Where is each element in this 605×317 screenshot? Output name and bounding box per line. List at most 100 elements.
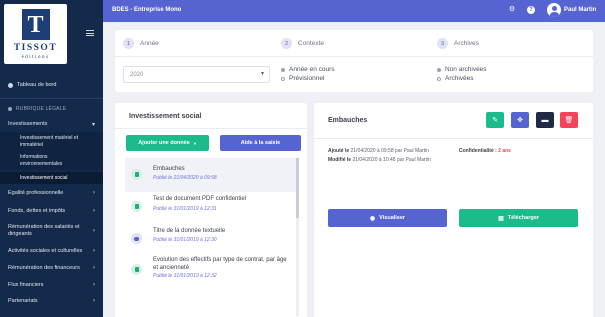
add-data-button[interactable]: Ajouter une donnée ▼ bbox=[126, 135, 209, 151]
eye-icon: ◉ bbox=[369, 215, 376, 222]
menu-toggle-icon[interactable] bbox=[86, 30, 94, 36]
radio-archivees[interactable]: Archivées bbox=[437, 75, 474, 82]
sidebar-subitem-environnement[interactable]: Informations environnementales bbox=[0, 150, 103, 170]
panel-title: Investissement social bbox=[129, 113, 202, 120]
step-label: Contexte bbox=[298, 40, 325, 47]
help-entry-button[interactable]: Aide à la saisie bbox=[220, 135, 301, 151]
step-number: 3 bbox=[437, 38, 448, 49]
chevron-right-icon: › bbox=[93, 298, 95, 304]
section-icon bbox=[8, 107, 12, 111]
sidebar-item-activites[interactable]: Activités sociales et culturelles › bbox=[0, 246, 103, 256]
sidebar-item-partenariats[interactable]: Partenariats › bbox=[0, 296, 103, 306]
sidebar-subitem-materiel[interactable]: Investissement matériel et immatériel bbox=[0, 132, 103, 150]
modified-info: Modifié le 21/04/2020 à 10:48 par Paul M… bbox=[328, 157, 431, 163]
topbar: BDES - Entreprise Mono ⚙ ? Paul Martin bbox=[103, 0, 605, 22]
list-item-title: Test de document PDF confidentiel bbox=[153, 196, 247, 202]
sidebar-item-flux[interactable]: Flux financiers › bbox=[0, 280, 103, 290]
list-scrollbar[interactable] bbox=[296, 158, 299, 316]
sidebar-item-label: Rémunération des financeurs bbox=[8, 265, 80, 271]
app: T TISSOT éditions Tableau de bord RUBRIQ… bbox=[0, 0, 605, 317]
step-label: Année bbox=[140, 40, 159, 47]
radio-dot bbox=[437, 67, 441, 72]
archive-icon[interactable]: ▬ bbox=[536, 112, 554, 128]
list-item[interactable]: Test de document PDF confidentiel Publié… bbox=[125, 191, 299, 225]
step-archives[interactable]: 3 Archives bbox=[437, 38, 479, 49]
sidebar-item-financeurs[interactable]: Rémunération des financeurs › bbox=[0, 263, 103, 273]
step-annee[interactable]: 1 Année bbox=[123, 38, 159, 49]
document-icon bbox=[131, 264, 142, 275]
sidebar-subitem-label: Investissement social bbox=[20, 175, 68, 181]
button-label: Télécharger bbox=[507, 215, 539, 221]
radio-non-archivees[interactable]: Non archivées bbox=[437, 66, 487, 73]
document-icon bbox=[131, 169, 142, 180]
list-item[interactable]: Titre de la donnée textuelle Publié le 3… bbox=[125, 222, 299, 256]
radio-dot bbox=[281, 67, 285, 72]
logo-sub: éditions bbox=[21, 54, 50, 60]
edit-icon[interactable]: ✎ bbox=[486, 112, 504, 128]
list-item[interactable]: Evolution des effectifs par type de cont… bbox=[125, 252, 299, 298]
delete-icon[interactable]: 🗑 bbox=[560, 112, 578, 128]
sidebar-item-label: Tableau de bord bbox=[17, 82, 57, 88]
sidebar-subitem-label: Investissement matériel et immatériel bbox=[20, 135, 79, 148]
sidebar-item-remuneration-salaries[interactable]: Rémunération des salariés et dirigeants … bbox=[0, 222, 103, 240]
move-icon[interactable]: ✥ bbox=[511, 112, 529, 128]
page-title: BDES - Entreprise Mono bbox=[112, 7, 182, 13]
logo[interactable]: T TISSOT éditions bbox=[4, 4, 67, 64]
chat-icon bbox=[131, 233, 142, 244]
sidebar-item-label: Partenariats bbox=[8, 298, 38, 304]
list-item-date: Publié le 31/01/2019 à 12:32 bbox=[153, 273, 217, 279]
list-item-date: Publié le 21/04/2020 à 09:58 bbox=[153, 175, 217, 181]
avatar[interactable] bbox=[547, 3, 561, 17]
sidebar-subitem-social[interactable]: Investissement social bbox=[0, 172, 103, 184]
sidebar-item-investissements[interactable]: Investissements ▾ bbox=[0, 119, 103, 129]
chevron-down-icon: ▼ bbox=[260, 71, 265, 77]
chevron-down-icon: ▼ bbox=[192, 140, 197, 146]
step-label: Archives bbox=[454, 40, 479, 47]
logo-mark: T bbox=[21, 9, 50, 40]
sidebar-item-label: Fonds, dettes et impôts bbox=[8, 208, 66, 214]
chevron-right-icon: › bbox=[93, 190, 95, 196]
radio-label: Non archivées bbox=[445, 66, 487, 73]
chevron-down-icon: ▾ bbox=[91, 121, 95, 128]
radio-label: Prévisionnel bbox=[289, 75, 325, 82]
added-value: 21/04/2020 à 09:58 par Paul Martin bbox=[350, 148, 429, 154]
chevron-right-icon: › bbox=[93, 282, 95, 288]
modified-value: 21/04/2020 à 10:48 par Paul Martin bbox=[352, 157, 431, 163]
radio-previsionnel[interactable]: Prévisionnel bbox=[281, 75, 324, 82]
sidebar-item-dashboard[interactable]: Tableau de bord bbox=[0, 80, 103, 90]
sidebar-item-fonds[interactable]: Fonds, dettes et impôts › bbox=[0, 206, 103, 216]
sidebar-item-label: Activités sociales et culturelles bbox=[8, 248, 83, 254]
sidebar-item-label: Rémunération des salariés et dirigeants bbox=[8, 224, 80, 237]
list-item-date: Publié le 31/01/2019 à 12:30 bbox=[153, 237, 217, 243]
document-icon bbox=[131, 201, 142, 212]
list-item[interactable]: Embauches Publié le 21/04/2020 à 09:58 bbox=[125, 158, 299, 192]
radio-dot bbox=[437, 76, 441, 81]
button-label: Ajouter une donnée bbox=[138, 140, 190, 146]
step-number: 1 bbox=[123, 38, 134, 49]
confidentiality-label: Confidentialité : bbox=[459, 148, 497, 154]
data-list: Embauches Publié le 21/04/2020 à 09:58 T… bbox=[125, 158, 299, 316]
sidebar-subitem-label: Informations environnementales bbox=[20, 154, 63, 167]
button-label: Visualiser bbox=[379, 215, 406, 221]
year-select[interactable]: 2020 ▼ bbox=[123, 66, 270, 83]
added-label: Ajouté le bbox=[328, 148, 350, 154]
sidebar-item-egalite[interactable]: Egalité professionnelle › bbox=[0, 188, 103, 198]
sidebar-section-label: RUBRIQUE LÉGALE bbox=[16, 106, 67, 112]
added-info: Ajouté le 21/04/2020 à 09:58 par Paul Ma… bbox=[328, 148, 429, 154]
divider bbox=[115, 56, 593, 57]
step-contexte[interactable]: 2 Contexte bbox=[281, 38, 324, 49]
button-label: Aide à la saisie bbox=[240, 140, 281, 146]
sidebar: T TISSOT éditions Tableau de bord RUBRIQ… bbox=[0, 0, 103, 317]
view-button[interactable]: ◉ Visualiser bbox=[328, 209, 447, 227]
user-name[interactable]: Paul Martin bbox=[564, 7, 596, 13]
gear-icon[interactable]: ⚙ bbox=[508, 6, 516, 14]
confidentiality-info: Confidentialité : 2 ans bbox=[459, 148, 511, 154]
modified-label: Modifié le bbox=[328, 157, 352, 163]
logo-name: TISSOT bbox=[13, 43, 58, 53]
radio-label: Année en cours bbox=[289, 66, 335, 73]
download-button[interactable]: ▤ Télécharger bbox=[459, 209, 578, 227]
detail-title: Embauches bbox=[328, 117, 368, 124]
radio-annee-en-cours[interactable]: Année en cours bbox=[281, 66, 335, 73]
divider bbox=[314, 138, 593, 139]
help-icon[interactable]: ? bbox=[527, 6, 535, 14]
